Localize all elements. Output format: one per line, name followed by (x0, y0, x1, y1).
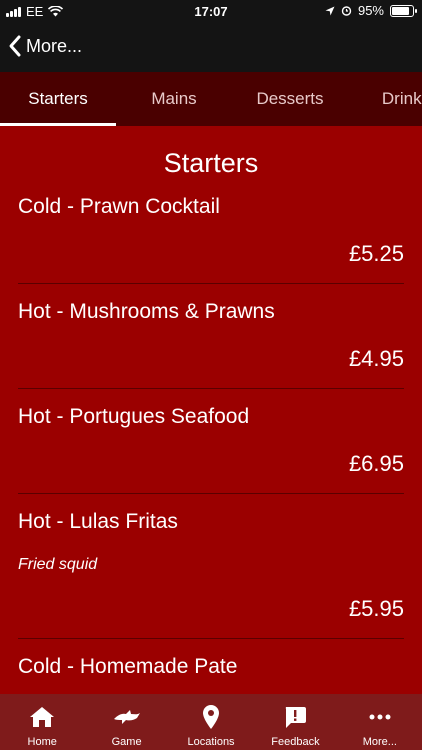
status-right: 95% (325, 3, 417, 18)
item-description: Fried squid (18, 556, 98, 573)
status-bar: EE 17:07 95% (0, 0, 422, 24)
tabbar-more[interactable]: More... (338, 694, 422, 750)
menu-item[interactable]: Hot - Portugues Seafood £6.95 (18, 405, 404, 494)
location-arrow-icon (325, 6, 335, 15)
tabbar-home-label: Home (27, 736, 57, 748)
tabbar-locations[interactable]: Locations (169, 694, 253, 750)
tabbar-game[interactable]: Game (84, 694, 168, 750)
section-title: Starters (163, 148, 259, 178)
tab-desserts[interactable]: Desserts (232, 72, 348, 126)
menu-item[interactable]: Cold - Prawn Cocktail £5.25 (18, 195, 404, 284)
tabbar-game-label: Game (111, 736, 142, 748)
item-price: £5.95 (348, 596, 404, 621)
tabbar-locations-label: Locations (187, 736, 235, 748)
menu-item[interactable]: Hot - Lulas Fritas Fried squid £5.95 (18, 510, 404, 639)
menu-list[interactable]: Starters Cold - Prawn Cocktail £5.25 Hot… (0, 126, 422, 694)
menu-item[interactable]: Cold - Homemade Pate (18, 655, 404, 694)
tab-starters[interactable]: Starters (0, 72, 116, 126)
location-pin-icon (203, 705, 220, 729)
item-name: Hot - Portugues Seafood (18, 405, 250, 428)
back-button[interactable]: More... (8, 34, 82, 58)
alarm-icon (341, 6, 352, 16)
tabbar-more-label: More... (362, 736, 397, 748)
tab-mains[interactable]: Mains (116, 72, 232, 126)
game-icon (113, 710, 140, 724)
bottom-tab-bar: Home Game Locations Feedback More... (0, 694, 422, 750)
home-icon (30, 707, 55, 727)
item-name: Hot - Mushrooms & Prawns (18, 300, 275, 323)
menu-item[interactable]: Hot - Mushrooms & Prawns £4.95 (18, 300, 404, 389)
tabbar-feedback-label: Feedback (271, 736, 320, 748)
item-name: Hot - Lulas Fritas (18, 510, 178, 533)
tabbar-home[interactable]: Home (0, 694, 84, 750)
navigation-bar: More... (0, 24, 422, 72)
back-button-label: More... (26, 35, 83, 56)
chevron-left-icon (9, 35, 21, 57)
feedback-icon (286, 707, 307, 728)
tab-drinks[interactable]: Drinks (348, 72, 422, 126)
item-price: £6.95 (348, 451, 404, 476)
category-tabs: Starters Mains Desserts Drinks (0, 72, 422, 126)
more-icon (369, 714, 391, 720)
battery-icon (390, 4, 417, 17)
battery-percent: 95% (357, 3, 384, 18)
item-price: £4.95 (348, 346, 404, 371)
item-name: Cold - Homemade Pate (18, 655, 238, 678)
item-name: Cold - Prawn Cocktail (18, 195, 220, 218)
tabbar-feedback[interactable]: Feedback (253, 694, 337, 750)
item-price: £5.25 (348, 241, 404, 266)
